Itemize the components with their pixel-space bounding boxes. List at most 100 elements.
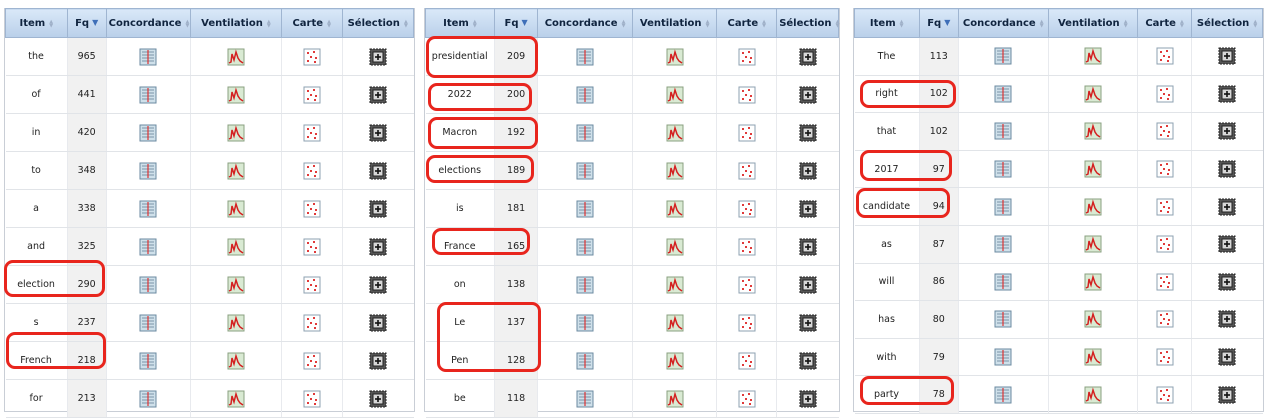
map-dots-icon[interactable]	[1156, 198, 1174, 216]
concordance-icon[interactable]	[576, 48, 594, 66]
sort-arrows-icon[interactable]: ▲▼	[403, 19, 409, 27]
select-plus-icon[interactable]	[369, 352, 387, 370]
concordance-icon[interactable]	[994, 160, 1012, 178]
concordance-icon[interactable]	[139, 200, 157, 218]
select-plus-icon[interactable]	[799, 314, 817, 332]
sort-arrows-icon[interactable]: ▲▼	[1179, 19, 1185, 27]
map-dots-icon[interactable]	[738, 390, 756, 408]
map-dots-icon[interactable]	[303, 238, 321, 256]
ventilation-chart-icon[interactable]	[1084, 386, 1102, 404]
ventilation-chart-icon[interactable]	[227, 390, 245, 408]
ventilation-chart-icon[interactable]	[666, 200, 684, 218]
select-plus-icon[interactable]	[799, 48, 817, 66]
ventilation-chart-icon[interactable]	[666, 352, 684, 370]
map-dots-icon[interactable]	[1156, 85, 1174, 103]
select-plus-icon[interactable]	[369, 390, 387, 408]
concordance-icon[interactable]	[994, 85, 1012, 103]
ventilation-chart-icon[interactable]	[1084, 160, 1102, 178]
ventilation-chart-icon[interactable]	[1084, 235, 1102, 253]
sort-arrows-icon[interactable]: ▲▼	[899, 19, 905, 27]
map-dots-icon[interactable]	[738, 352, 756, 370]
select-plus-icon[interactable]	[1218, 122, 1236, 140]
ventilation-chart-icon[interactable]	[227, 48, 245, 66]
ventilation-chart-icon[interactable]	[1084, 273, 1102, 291]
select-plus-icon[interactable]	[1218, 386, 1236, 404]
select-plus-icon[interactable]	[799, 352, 817, 370]
map-dots-icon[interactable]	[1156, 386, 1174, 404]
concordance-icon[interactable]	[139, 238, 157, 256]
select-plus-icon[interactable]	[1218, 348, 1236, 366]
concordance-icon[interactable]	[994, 386, 1012, 404]
concordance-icon[interactable]	[576, 200, 594, 218]
select-plus-icon[interactable]	[369, 162, 387, 180]
ventilation-chart-icon[interactable]	[227, 86, 245, 104]
concordance-icon[interactable]	[576, 238, 594, 256]
select-plus-icon[interactable]	[1218, 47, 1236, 65]
concordance-icon[interactable]	[994, 47, 1012, 65]
ventilation-chart-icon[interactable]	[1084, 47, 1102, 65]
ventilation-chart-icon[interactable]	[666, 162, 684, 180]
concordance-icon[interactable]	[139, 352, 157, 370]
sort-arrows-icon[interactable]: ▲▼	[184, 19, 190, 27]
map-dots-icon[interactable]	[303, 124, 321, 142]
ventilation-chart-icon[interactable]	[666, 390, 684, 408]
concordance-icon[interactable]	[994, 122, 1012, 140]
concordance-icon[interactable]	[994, 235, 1012, 253]
column-header-concordance[interactable]: Concordance ▲▼	[537, 8, 633, 38]
ventilation-chart-icon[interactable]	[666, 238, 684, 256]
column-header-ventilation[interactable]: Ventilation ▲▼	[1047, 8, 1139, 38]
map-dots-icon[interactable]	[303, 314, 321, 332]
sort-arrows-icon[interactable]: ▲▼	[266, 19, 272, 27]
column-header-item[interactable]: Item ▲▼	[425, 8, 495, 38]
concordance-icon[interactable]	[139, 276, 157, 294]
sort-descending-icon[interactable]: ▼	[522, 18, 528, 27]
select-plus-icon[interactable]	[1218, 310, 1236, 328]
map-dots-icon[interactable]	[738, 86, 756, 104]
map-dots-icon[interactable]	[1156, 235, 1174, 253]
concordance-icon[interactable]	[139, 124, 157, 142]
select-plus-icon[interactable]	[369, 238, 387, 256]
concordance-icon[interactable]	[576, 162, 594, 180]
select-plus-icon[interactable]	[799, 276, 817, 294]
sort-arrows-icon[interactable]: ▲▼	[472, 19, 478, 27]
map-dots-icon[interactable]	[738, 48, 756, 66]
sort-arrows-icon[interactable]: ▲▼	[1123, 19, 1129, 27]
map-dots-icon[interactable]	[738, 162, 756, 180]
select-plus-icon[interactable]	[369, 86, 387, 104]
concordance-icon[interactable]	[576, 390, 594, 408]
select-plus-icon[interactable]	[1218, 198, 1236, 216]
map-dots-icon[interactable]	[1156, 310, 1174, 328]
ventilation-chart-icon[interactable]	[227, 124, 245, 142]
column-header-concordance[interactable]: Concordance ▲▼	[105, 8, 192, 38]
ventilation-chart-icon[interactable]	[666, 276, 684, 294]
map-dots-icon[interactable]	[303, 200, 321, 218]
map-dots-icon[interactable]	[303, 352, 321, 370]
concordance-icon[interactable]	[576, 86, 594, 104]
column-header-selection[interactable]: Sélection ▲▼	[341, 8, 415, 38]
map-dots-icon[interactable]	[738, 276, 756, 294]
column-header-fq[interactable]: Fq ▼	[918, 8, 960, 38]
select-plus-icon[interactable]	[799, 390, 817, 408]
column-header-selection[interactable]: Sélection ▲▼	[776, 8, 841, 38]
column-header-carte[interactable]: Carte ▲▼	[716, 8, 778, 38]
concordance-icon[interactable]	[139, 390, 157, 408]
column-header-item[interactable]: Item ▲▼	[854, 8, 920, 38]
column-header-fq[interactable]: Fq ▼	[66, 8, 107, 38]
sort-arrows-icon[interactable]: ▲▼	[761, 19, 767, 27]
ventilation-chart-icon[interactable]	[1084, 198, 1102, 216]
sort-arrows-icon[interactable]: ▲▼	[621, 19, 627, 27]
select-plus-icon[interactable]	[1218, 160, 1236, 178]
select-plus-icon[interactable]	[369, 314, 387, 332]
ventilation-chart-icon[interactable]	[666, 124, 684, 142]
column-header-carte[interactable]: Carte ▲▼	[280, 8, 343, 38]
select-plus-icon[interactable]	[799, 162, 817, 180]
column-header-ventilation[interactable]: Ventilation ▲▼	[190, 8, 282, 38]
ventilation-chart-icon[interactable]	[666, 314, 684, 332]
select-plus-icon[interactable]	[369, 276, 387, 294]
sort-arrows-icon[interactable]: ▲▼	[48, 19, 54, 27]
concordance-icon[interactable]	[139, 162, 157, 180]
ventilation-chart-icon[interactable]	[1084, 348, 1102, 366]
ventilation-chart-icon[interactable]	[666, 86, 684, 104]
map-dots-icon[interactable]	[303, 86, 321, 104]
ventilation-chart-icon[interactable]	[1084, 85, 1102, 103]
